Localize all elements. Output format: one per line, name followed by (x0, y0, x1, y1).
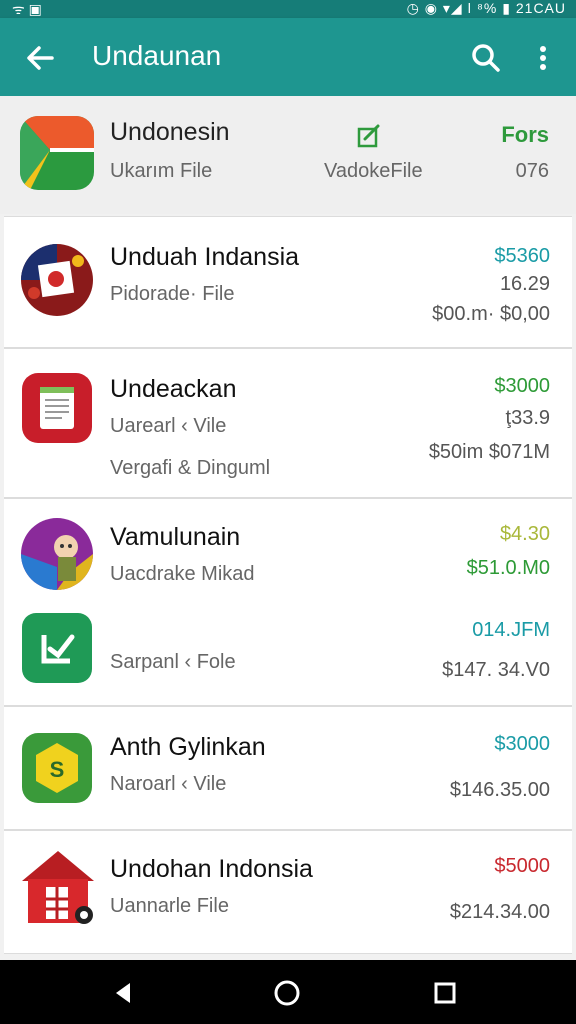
row-extra: $50im $071M (428, 441, 550, 463)
list-item[interactable]: Unduah Indansia Pidorade· File $5360 16.… (4, 216, 572, 348)
nav-home-icon[interactable] (270, 976, 304, 1010)
row-subtitle: Pidorade· File (110, 283, 235, 305)
row-value-b: 014.JFM (472, 619, 550, 641)
row-price: $4.30 (499, 523, 550, 545)
row-subtitle-b: Sarpanl ‹ Fole (110, 651, 236, 673)
check-app-icon (20, 611, 94, 685)
row-value: $51.0.M0 (466, 557, 550, 579)
app-logo-icon (20, 116, 94, 190)
document-app-icon (20, 371, 94, 445)
flag-app-icon (20, 243, 94, 317)
search-icon[interactable] (466, 38, 506, 78)
featured-app-file-label: VadokeFile (324, 160, 423, 182)
row-subtitle: Uarearl ‹ Vile (110, 415, 227, 437)
row-extra: $146.35.00 (449, 779, 550, 801)
featured-app-subtitle: Ukarım File (110, 160, 213, 182)
page-title: Undaunan (92, 40, 222, 71)
status-left-icons: ᯤ ▣ (12, 1, 42, 17)
row-price: $3000 (494, 375, 550, 397)
row-value: 16.29 (499, 273, 550, 295)
row-name: Vamulunain (110, 523, 241, 551)
row-price: $5360 (494, 245, 550, 267)
nav-back-icon[interactable] (106, 976, 140, 1010)
row-subtitle: Uannarle File (110, 895, 229, 917)
row-subtitle-2: Vergafi & Dinguml (110, 457, 271, 479)
featured-app-name: Undonesin (110, 118, 230, 146)
status-bar: ᯤ ▣ ◷ ◉ ▾◢ ǀ ⁸% ▮ 21CAU (0, 0, 576, 18)
list-item[interactable]: Undeackan Uarearl ‹ Vile Vergafi & Dingu… (4, 348, 572, 498)
back-arrow-icon[interactable] (20, 38, 60, 78)
list-item[interactable]: Undohan Indonsia Uannarle File $5000 $21… (4, 830, 572, 954)
more-options-icon[interactable] (528, 38, 558, 78)
row-extra-b: $147. 34.V0 (442, 659, 550, 681)
list-item[interactable]: Vamulunain Uacdrake Mikad $4.30 $51.0.M0… (4, 498, 572, 706)
featured-app-action[interactable]: Fors (501, 122, 549, 148)
featured-app-count: 076 (515, 160, 549, 182)
row-extra: $214.34.00 (449, 901, 550, 923)
list-item[interactable]: S Anth Gylinkan Naroarl ‹ Vile $3000 $14… (4, 706, 572, 830)
row-extra: $00.m· $0,00 (432, 303, 550, 325)
featured-app-item[interactable]: Undonesin Ukarım File VadokeFile Fors 07… (0, 96, 576, 214)
row-subtitle: Naroarl ‹ Vile (110, 773, 227, 795)
status-right-info: ◷ ◉ ▾◢ ǀ ⁸% ▮ 21CAU (406, 0, 566, 16)
row-price: $3000 (494, 733, 550, 755)
row-name: Anth Gylinkan (110, 733, 266, 761)
row-name: Undohan Indonsia (110, 855, 313, 883)
svg-text:S: S (50, 757, 65, 782)
hexagon-app-icon: S (20, 731, 94, 805)
row-subtitle: Uacdrake Mikad (110, 563, 255, 585)
system-nav-bar (0, 960, 576, 1024)
row-price: $5000 (494, 855, 550, 877)
edit-icon[interactable] (356, 122, 384, 150)
house-app-icon (18, 847, 98, 927)
row-value: ţ33.9 (505, 407, 550, 429)
row-name: Undeackan (110, 375, 237, 403)
app-bar: Undaunan (0, 18, 576, 96)
row-name: Unduah Indansia (110, 243, 300, 271)
character-app-icon (20, 517, 94, 591)
nav-recents-icon[interactable] (428, 976, 462, 1010)
